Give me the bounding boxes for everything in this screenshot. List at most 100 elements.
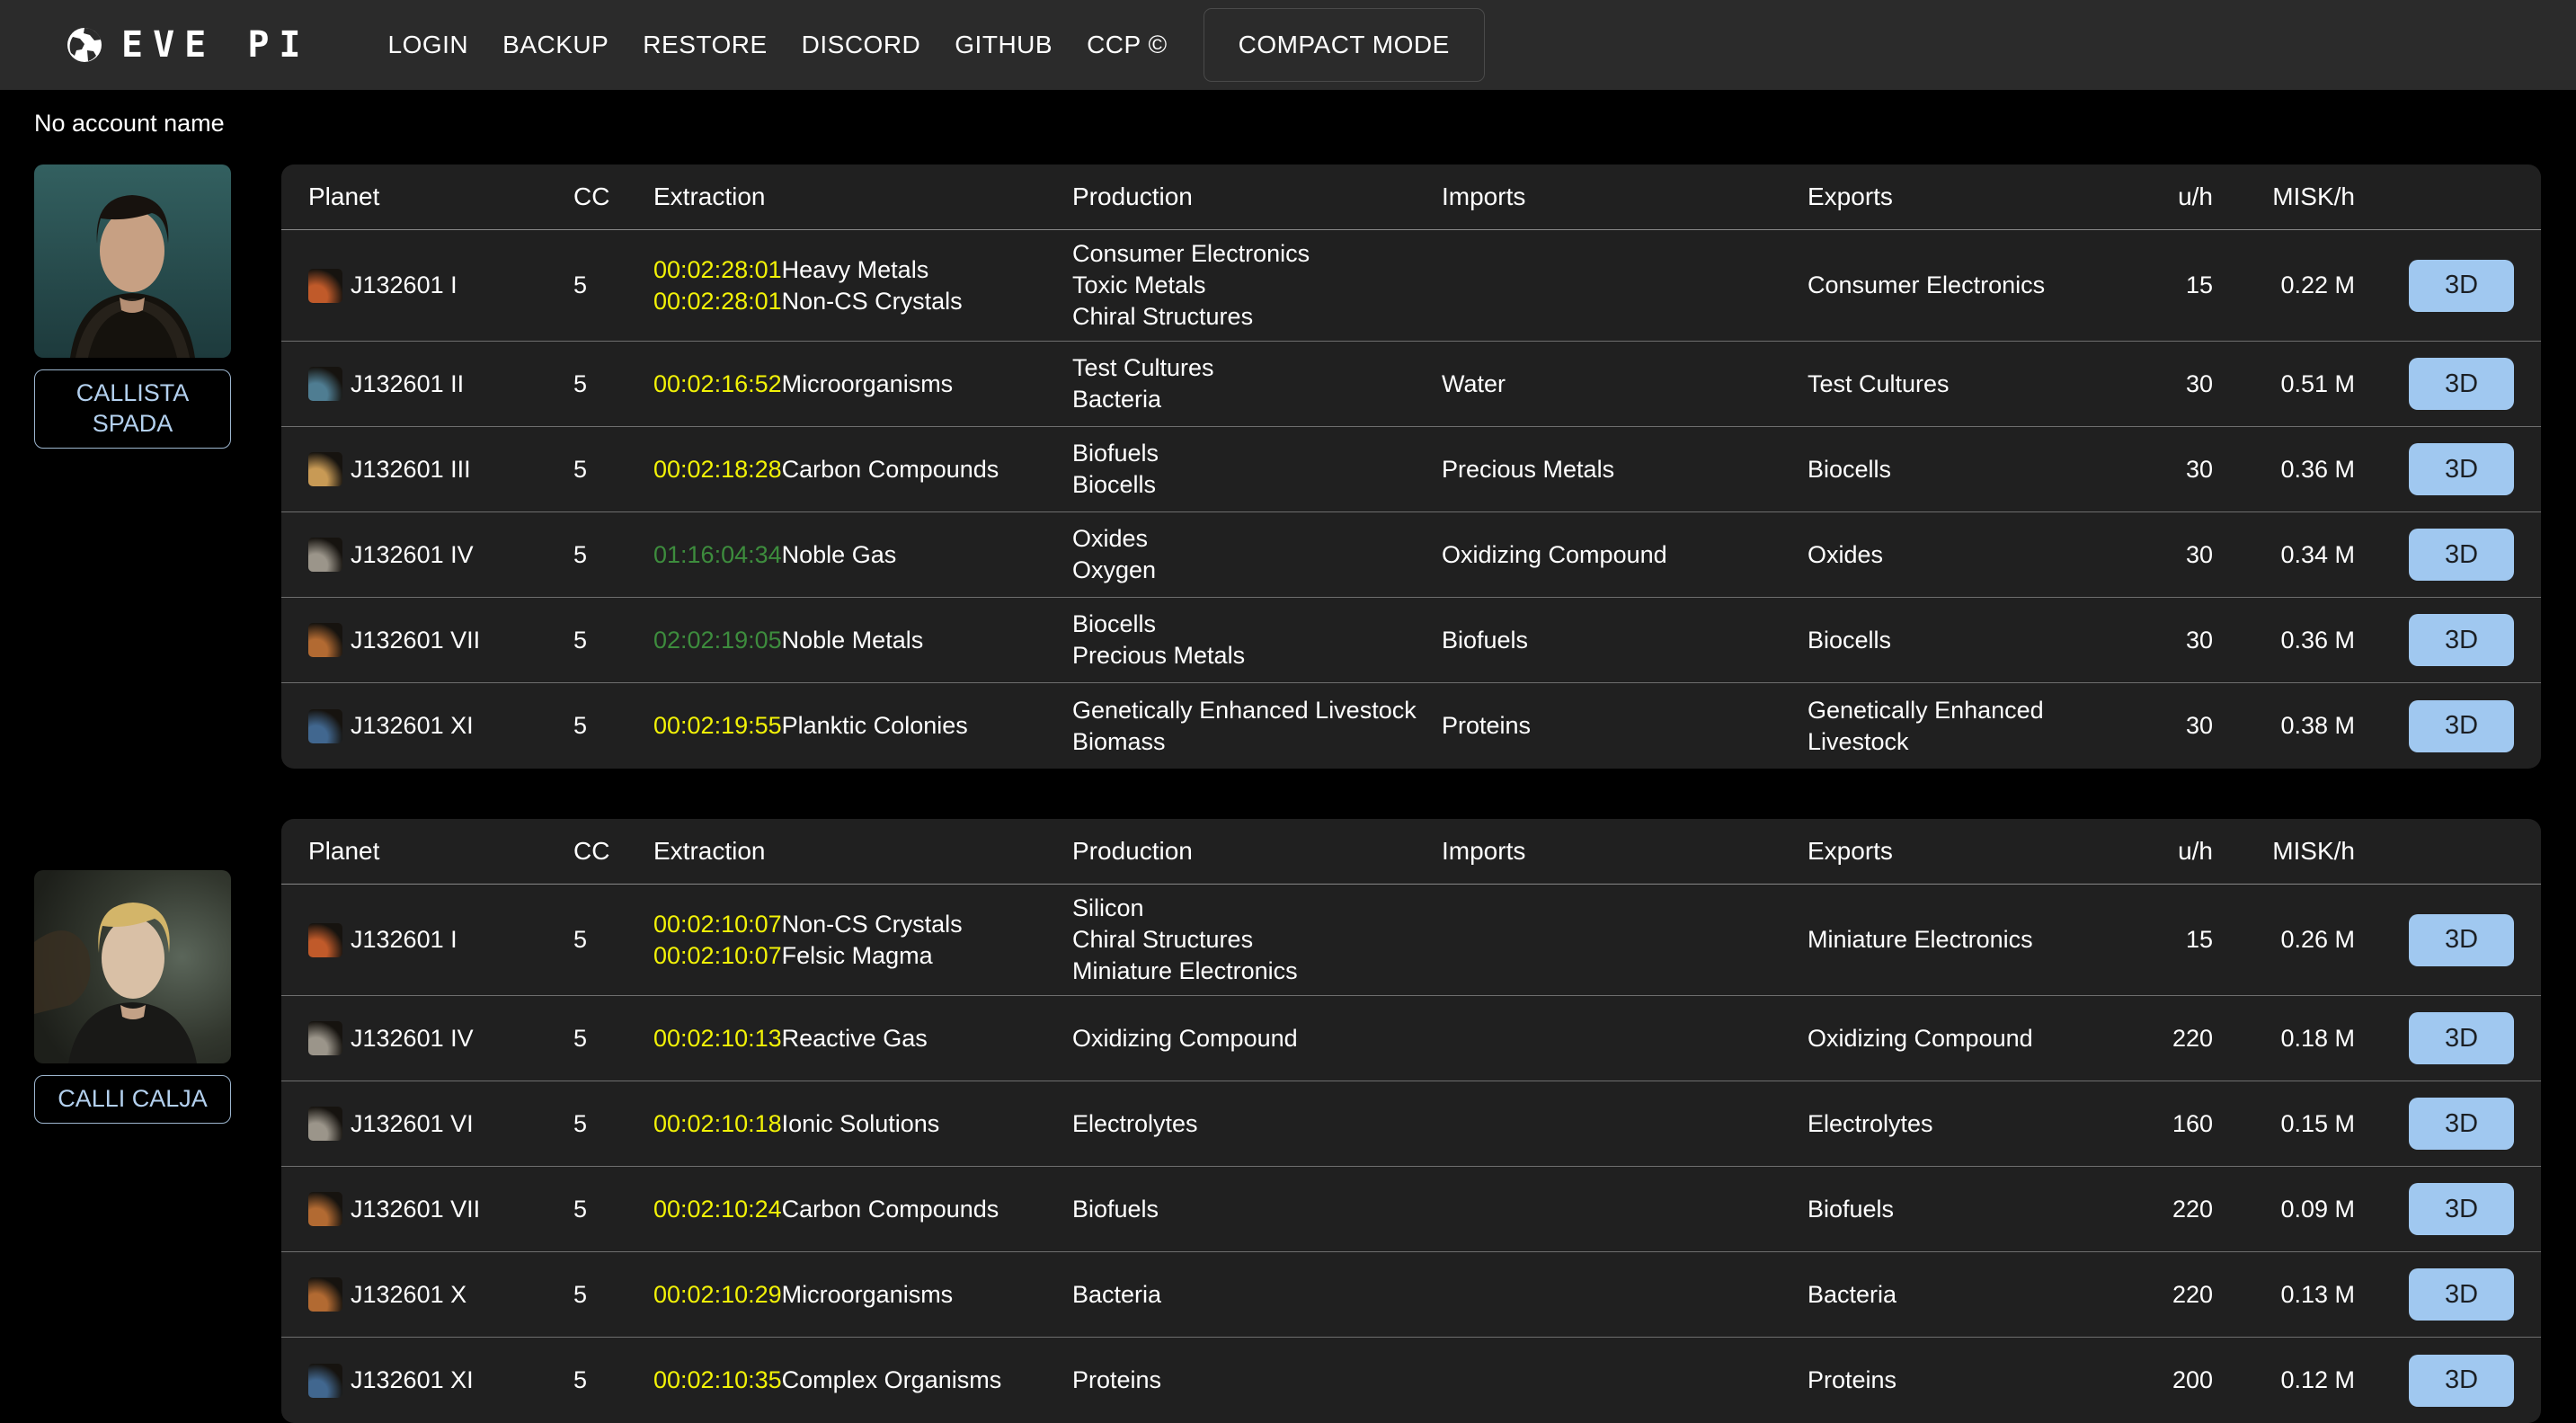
imports-cell: Oxidizing Compound: [1442, 539, 1808, 571]
top-navbar: EVE PI LOGIN BACKUP RESTORE DISCORD GITHUB CC…: [0, 0, 2576, 90]
imports-item: Oxidizing Compound: [1442, 539, 1808, 571]
extraction-resource: Non-CS Crystals: [782, 911, 963, 938]
extraction-cell: 00:02:10:07Non-CS Crystals00:02:10:07Fel…: [653, 909, 1072, 972]
extraction-timer: 02:02:19:05: [653, 625, 782, 656]
exports-cell: Genetically Enhanced Livestock: [1808, 695, 2145, 758]
extraction-resource: Felsic Magma: [782, 942, 933, 969]
nav-item-login[interactable]: LOGIN: [388, 31, 469, 59]
planet-name: J132601 X: [351, 1281, 466, 1309]
exports-cell: Biocells: [1808, 454, 2145, 485]
exports-cell: Biofuels: [1808, 1194, 2145, 1225]
view-3d-button[interactable]: 3D: [2409, 529, 2514, 581]
exports-item: Electrolytes: [1808, 1108, 2145, 1140]
gas-planet-icon: [308, 1021, 342, 1055]
character-name-line: SPADA: [39, 409, 227, 440]
row-actions: 3D: [2355, 260, 2514, 312]
extraction-timer: 00:02:10:18: [653, 1108, 782, 1140]
nav-item-ccp[interactable]: CCP ©: [1087, 31, 1168, 59]
units-per-hour-value: 30: [2145, 712, 2213, 740]
planet-cell: J132601 II: [308, 367, 573, 401]
production-cell: OxidesOxygen: [1072, 523, 1442, 586]
view-3d-button[interactable]: 3D: [2409, 1355, 2514, 1407]
col-header-production: Production: [1072, 837, 1442, 866]
extraction-line: 00:02:19:55Planktic Colonies: [653, 710, 1072, 742]
table-row: J132601 I500:02:10:07Non-CS Crystals00:0…: [281, 885, 2541, 996]
exports-cell: Electrolytes: [1808, 1108, 2145, 1140]
table-header-row: PlanetCCExtractionProductionImportsExpor…: [281, 165, 2541, 230]
production-item: Biocells: [1072, 469, 1442, 501]
view-3d-button[interactable]: 3D: [2409, 914, 2514, 966]
misk-per-hour-value: 0.13 M: [2213, 1281, 2355, 1309]
production-cell: Bacteria: [1072, 1279, 1442, 1311]
extraction-timer: 00:02:10:29: [653, 1279, 782, 1311]
gas-planet-icon: [308, 538, 342, 572]
planet-table: PlanetCCExtractionProductionImportsExpor…: [281, 165, 2541, 769]
app-logo: EVE PI: [66, 24, 311, 66]
character-nameplate[interactable]: CALLI CALJA: [34, 1075, 231, 1124]
view-3d-button[interactable]: 3D: [2409, 614, 2514, 666]
exports-cell: Test Cultures: [1808, 369, 2145, 400]
exports-item: Biofuels: [1808, 1194, 2145, 1225]
view-3d-button[interactable]: 3D: [2409, 700, 2514, 752]
view-3d-button[interactable]: 3D: [2409, 1012, 2514, 1064]
ocean-planet-icon: [308, 1364, 342, 1398]
imports-cell: Precious Metals: [1442, 454, 1808, 485]
extraction-cell: 00:02:10:24Carbon Compounds: [653, 1194, 1072, 1225]
cc-value: 5: [573, 1196, 653, 1223]
row-actions: 3D: [2355, 1355, 2514, 1407]
compact-mode-button[interactable]: COMPACT MODE: [1204, 8, 1485, 82]
production-item: Consumer Electronics: [1072, 238, 1442, 270]
imports-item: Water: [1442, 369, 1808, 400]
misk-per-hour-value: 0.18 M: [2213, 1025, 2355, 1053]
view-3d-button[interactable]: 3D: [2409, 1268, 2514, 1321]
production-cell: SiliconChiral StructuresMiniature Electr…: [1072, 893, 1442, 987]
production-cell: Biofuels: [1072, 1194, 1442, 1225]
character-section: CALLI CALJAPlanetCCExtractionProductionI…: [34, 819, 2576, 1423]
view-3d-button[interactable]: 3D: [2409, 1183, 2514, 1235]
extraction-timer: 00:02:19:55: [653, 710, 782, 742]
view-3d-button[interactable]: 3D: [2409, 358, 2514, 410]
extraction-cell: 00:02:28:01Heavy Metals00:02:28:01Non-CS…: [653, 254, 1072, 317]
extraction-line: 00:02:18:28Carbon Compounds: [653, 454, 1072, 485]
nav-item-backup[interactable]: BACKUP: [502, 31, 608, 59]
view-3d-button[interactable]: 3D: [2409, 1098, 2514, 1150]
col-header-exports: Exports: [1808, 182, 2145, 211]
view-3d-button[interactable]: 3D: [2409, 443, 2514, 495]
nav-item-discord[interactable]: DISCORD: [802, 31, 921, 59]
col-header-extraction: Extraction: [653, 837, 1072, 866]
extraction-timer: 00:02:28:01: [653, 254, 782, 286]
avatar: [34, 870, 231, 1063]
planet-cell: J132601 VII: [308, 1192, 573, 1226]
col-header-cc: CC: [573, 182, 653, 211]
extraction-resource: Non-CS Crystals: [782, 288, 963, 315]
nav-item-github[interactable]: GITHUB: [955, 31, 1053, 59]
cc-value: 5: [573, 926, 653, 954]
misk-per-hour-value: 0.22 M: [2213, 271, 2355, 299]
extraction-resource: Heavy Metals: [782, 256, 929, 283]
extraction-line: 00:02:10:29Microorganisms: [653, 1279, 1072, 1311]
cc-value: 5: [573, 712, 653, 740]
planet-name: J132601 VII: [351, 627, 480, 654]
extraction-resource: Microorganisms: [782, 1281, 954, 1308]
extraction-resource: Carbon Compounds: [782, 1196, 999, 1223]
col-header-misk: MISK/h: [2213, 182, 2355, 211]
imports-item: Precious Metals: [1442, 454, 1808, 485]
production-item: Bacteria: [1072, 384, 1442, 415]
table-row: J132601 I500:02:28:01Heavy Metals00:02:2…: [281, 230, 2541, 342]
nav-item-restore[interactable]: RESTORE: [643, 31, 767, 59]
units-per-hour-value: 30: [2145, 370, 2213, 398]
table-row: J132601 II500:02:16:52MicroorganismsTest…: [281, 342, 2541, 427]
character-nameplate[interactable]: CALLISTASPADA: [34, 369, 231, 449]
character-name-line: CALLI CALJA: [39, 1084, 227, 1115]
cc-value: 5: [573, 1025, 653, 1053]
character-section: CALLISTASPADA PlanetCCExtractionProductio…: [34, 165, 2576, 769]
production-item: Biofuels: [1072, 1194, 1442, 1225]
row-actions: 3D: [2355, 1183, 2514, 1235]
production-cell: Consumer ElectronicsToxic MetalsChiral S…: [1072, 238, 1442, 333]
imports-cell: Proteins: [1442, 710, 1808, 742]
col-header-misk: MISK/h: [2213, 837, 2355, 866]
production-cell: Oxidizing Compound: [1072, 1023, 1442, 1054]
view-3d-button[interactable]: 3D: [2409, 260, 2514, 312]
exports-cell: Oxides: [1808, 539, 2145, 571]
units-per-hour-value: 220: [2145, 1025, 2213, 1053]
